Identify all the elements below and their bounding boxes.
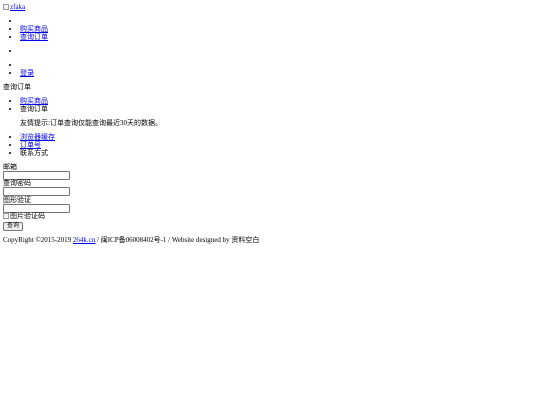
query-password-input[interactable] <box>3 187 70 196</box>
captcha-label: 图形验证 <box>3 196 31 204</box>
query-button[interactable]: 查询 <box>3 222 24 231</box>
nav-link-buy[interactable]: 购买商品 <box>20 25 48 33</box>
tab-browser-cache[interactable]: 浏览器缓存 <box>20 133 220 141</box>
footer: CopyRight ©2015-2019 264k.cn / 闽ICP备0600… <box>3 236 259 244</box>
nav-item-login[interactable]: 登录 <box>20 69 220 77</box>
captcha-image[interactable]: 图片验证码 <box>3 212 45 220</box>
nav-empty-item <box>20 47 220 55</box>
user-nav: 登录 <box>3 61 220 77</box>
logo-alt-text: zfaka <box>10 3 26 11</box>
secondary-nav <box>3 47 220 55</box>
broken-image-icon <box>3 213 9 219</box>
tab-contact: 联系方式 <box>20 149 220 157</box>
email-label: 邮箱 <box>3 163 17 171</box>
login-link[interactable]: 登录 <box>20 69 34 77</box>
nav-empty-item <box>20 17 220 25</box>
page-title: 查询订单 <box>3 83 31 91</box>
footer-site-link[interactable]: 264k.cn <box>73 236 95 244</box>
logo[interactable]: zfaka <box>3 3 25 12</box>
main-nav: 购买商品 查询订单 <box>3 17 220 41</box>
page: zfaka 购买商品 查询订单 登录 查询订单 购买商品 查询订单 友情提示:订… <box>0 0 540 405</box>
breadcrumb-item-query: 查询订单 <box>20 105 220 113</box>
query-method-tabs: 浏览器缓存 订单号 联系方式 <box>3 133 220 157</box>
password-label: 查询密码 <box>3 179 31 187</box>
nav-empty-item <box>20 61 220 69</box>
tab-order-number[interactable]: 订单号 <box>20 141 220 149</box>
breadcrumb-item-buy[interactable]: 购买商品 <box>20 97 220 105</box>
logo-link[interactable]: zfaka <box>3 3 25 11</box>
tab-contact-current: 联系方式 <box>20 149 48 157</box>
nav-link-query[interactable]: 查询订单 <box>20 33 48 41</box>
notice-text: 友情提示:订单查询仅能查询最近30天的数据。 <box>20 119 162 127</box>
breadcrumb-link-buy[interactable]: 购买商品 <box>20 97 48 105</box>
breadcrumb-current: 查询订单 <box>20 105 48 113</box>
tab-link-browser-cache[interactable]: 浏览器缓存 <box>20 133 55 141</box>
footer-copyright: CopyRight ©2015-2019 <box>3 236 73 244</box>
breadcrumb: 购买商品 查询订单 <box>3 97 220 113</box>
nav-item-query[interactable]: 查询订单 <box>20 33 220 41</box>
nav-item-buy[interactable]: 购买商品 <box>20 25 220 33</box>
captcha-image-alt: 图片验证码 <box>10 212 45 220</box>
broken-image-icon <box>3 4 9 10</box>
tab-link-order-number[interactable]: 订单号 <box>20 141 41 149</box>
footer-icp: / 闽ICP备06008402号-1 / Website designed by… <box>95 236 260 244</box>
